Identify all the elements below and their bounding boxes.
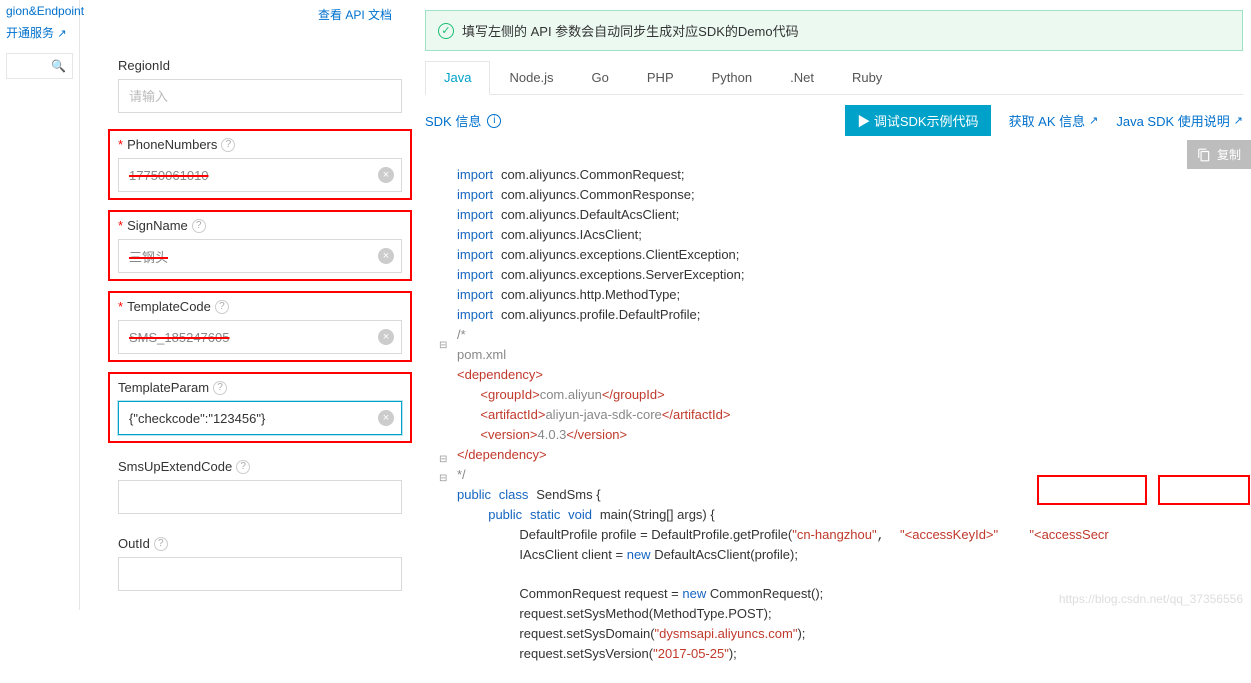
sidebar-search[interactable]: 🔍 (6, 53, 73, 79)
help-icon[interactable]: ? (236, 460, 250, 474)
smsup-input[interactable] (118, 480, 402, 514)
sdk-info-label[interactable]: SDK 信息 (425, 111, 481, 130)
region-input[interactable] (118, 79, 402, 113)
copy-icon (1197, 148, 1211, 162)
outid-label: OutId (118, 536, 150, 551)
phone-label: PhoneNumbers (127, 137, 217, 152)
field-templatecode: * TemplateCode? SMS_185247605 × (108, 291, 412, 362)
sdk-usage-link[interactable]: Java SDK 使用说明↗ (1116, 111, 1243, 130)
tab-java[interactable]: Java (425, 61, 490, 95)
clear-icon[interactable]: × (378, 410, 394, 426)
tab-nodejs[interactable]: Node.js (490, 61, 572, 94)
field-phone: * PhoneNumbers? 17750061010 × (108, 129, 412, 200)
highlight-access-key (1037, 475, 1147, 505)
external-link-icon: ↗ (1234, 114, 1243, 127)
right-pane: ✓ 填写左侧的 API 参数会自动同步生成对应SDK的Demo代码 Java N… (425, 0, 1251, 610)
region-label: RegionId (118, 58, 170, 73)
tparam-label: TemplateParam (118, 380, 209, 395)
outid-input[interactable] (118, 557, 402, 591)
external-link-icon: ↗ (1089, 114, 1098, 127)
fold-icon[interactable]: ⊟ (439, 469, 447, 488)
help-icon[interactable]: ? (154, 537, 168, 551)
check-icon: ✓ (438, 23, 454, 39)
info-icon[interactable]: i (487, 114, 501, 128)
language-tabs: Java Node.js Go PHP Python .Net Ruby (425, 61, 1243, 95)
tab-net[interactable]: .Net (771, 61, 833, 94)
sign-label: SignName (127, 218, 188, 233)
search-icon: 🔍 (51, 59, 66, 73)
tab-python[interactable]: Python (693, 61, 771, 94)
fold-icon[interactable]: ⊟ (439, 336, 447, 355)
tab-php[interactable]: PHP (628, 61, 693, 94)
get-ak-link[interactable]: 获取 AK 信息↗ (1009, 111, 1099, 130)
required-icon: * (118, 299, 123, 314)
sign-input[interactable]: 三钢头 (118, 239, 402, 273)
copy-button[interactable]: 复制 (1187, 140, 1251, 169)
region-endpoint-link[interactable]: gion&Endpoint (0, 0, 79, 22)
tcode-value: SMS_185247605 (129, 330, 229, 345)
clear-icon[interactable]: × (378, 248, 394, 264)
help-icon[interactable]: ? (213, 381, 227, 395)
clear-icon[interactable]: × (378, 329, 394, 345)
required-icon: * (118, 137, 123, 152)
copy-label: 复制 (1217, 146, 1241, 163)
info-banner: ✓ 填写左侧的 API 参数会自动同步生成对应SDK的Demo代码 (425, 10, 1243, 51)
form-column: RegionId * PhoneNumbers? 17750061010 × * Si… (110, 0, 410, 597)
field-signname: * SignName? 三钢头 × (108, 210, 412, 281)
tparam-input[interactable] (118, 401, 402, 435)
field-smsup: SmsUpExtendCode? (110, 453, 410, 520)
sign-value: 三钢头 (129, 247, 168, 266)
debug-sdk-button[interactable]: ▶ 调试SDK示例代码 (845, 105, 990, 136)
tab-ruby[interactable]: Ruby (833, 61, 901, 94)
help-icon[interactable]: ? (221, 138, 235, 152)
banner-text: 填写左侧的 API 参数会自动同步生成对应SDK的Demo代码 (462, 21, 799, 40)
tab-go[interactable]: Go (573, 61, 628, 94)
phone-input[interactable]: 17750061010 (118, 158, 402, 192)
external-link-icon: ↗ (57, 28, 66, 40)
phone-value: 17750061010 (129, 168, 209, 183)
field-region: RegionId (110, 52, 410, 119)
fold-icon[interactable]: ⊟ (439, 450, 447, 469)
help-icon[interactable]: ? (192, 219, 206, 233)
required-icon: * (118, 218, 123, 233)
open-service-label: 开通服务 (6, 26, 54, 40)
open-service-link[interactable]: 开通服务 ↗ (0, 22, 79, 49)
help-icon[interactable]: ? (215, 300, 229, 314)
field-templateparam: TemplateParam? × (108, 372, 412, 443)
tcode-input[interactable]: SMS_185247605 (118, 320, 402, 354)
highlight-access-secret (1158, 475, 1250, 505)
clear-icon[interactable]: × (378, 167, 394, 183)
smsup-label: SmsUpExtendCode (118, 459, 232, 474)
tcode-label: TemplateCode (127, 299, 211, 314)
field-outid: OutId? (110, 530, 410, 597)
watermark: https://blog.csdn.net/qq_37356556 (1059, 592, 1243, 606)
